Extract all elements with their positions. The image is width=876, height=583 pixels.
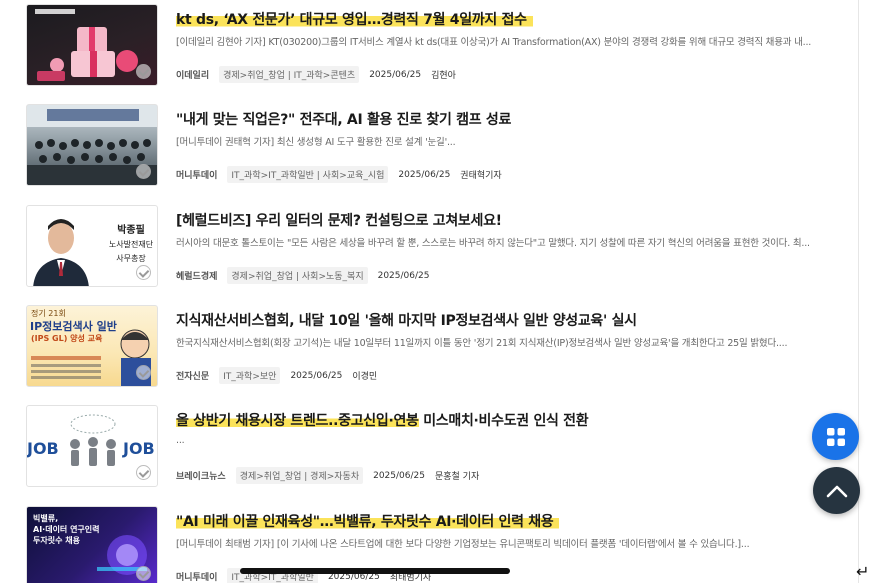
job-figures-image[interactable]: JOB JOB	[26, 405, 158, 487]
article-category: 경제>취업_창업 | IT_과학>콘텐츠	[219, 66, 360, 83]
article-source: 전자신문	[176, 372, 210, 382]
select-check-icon[interactable]	[136, 566, 151, 581]
list-item[interactable]: 박종필 노사발전재단 사무총장 [헤럴드비즈] 우리 일터의 문제? 컨설팅으로…	[26, 205, 846, 287]
select-check-icon[interactable]	[136, 465, 151, 480]
scroll-to-top-button[interactable]	[813, 467, 860, 514]
article-category: IT_과학>IT_과학일반 | 사회>교육_시험	[227, 166, 389, 183]
article-source: 브레이크뉴스	[176, 472, 226, 482]
caption-name: 박종필	[117, 225, 145, 236]
cursor-glyph: ↵	[856, 562, 870, 581]
article-category: 경제>취업_창업 | 경제>자동차	[235, 467, 364, 484]
job-right-text: JOB	[123, 439, 155, 458]
article-summary: 러시아의 대문호 톨스토이는 "모든 사람은 세상을 바꾸려 할 뿐, 스스로는…	[176, 238, 810, 249]
article-date: 2025/06/25	[377, 270, 430, 281]
article-source: 머니투데이	[176, 171, 218, 181]
redaction-scribble	[240, 568, 510, 574]
portrait-photo-image[interactable]: 박종필 노사발전재단 사무총장	[26, 205, 158, 287]
article-date: 2025/06/25	[369, 69, 422, 80]
article-summary: [이데일리 김현아 기자] KT(030200)그룹의 IT서비스 계열사 kt…	[176, 37, 812, 48]
pink-gift-boxes-image[interactable]	[26, 4, 158, 86]
article-title[interactable]: "내게 맞는 직업은?" 전주대, AI 활용 진로 찾기 캠프 성료	[176, 109, 511, 129]
grid-menu-button[interactable]	[812, 413, 859, 460]
article-category: IT_과학>보안	[219, 367, 281, 384]
news-list-page: kt ds, ‘AX 전문가’ 대규모 영입…경력직 7월 4일까지 접수 [이…	[0, 0, 876, 583]
select-check-icon[interactable]	[136, 365, 151, 380]
article-date: 2025/06/25	[290, 370, 343, 381]
article-summary: [머니투데이 권태혁 기자] 최신 생성형 AI 도구 활용한 진로 설계 '눈…	[176, 137, 456, 148]
portrait-caption: 박종필 노사발전재단 사무총장	[105, 224, 157, 266]
select-check-icon[interactable]	[136, 265, 151, 280]
list-item[interactable]: "내게 맞는 직업은?" 전주대, AI 활용 진로 찾기 캠프 성료 [머니투…	[26, 104, 846, 186]
article-summary: [머니투데이 최태범 기자] [이 기사에 나온 스타트업에 대한 보다 다양한…	[176, 539, 750, 550]
article-meta: 머니투데이 IT_과학>IT_과학일반 | 사회>교육_시험 2025/06/2…	[176, 166, 502, 183]
title-highlight: 올 상반기 채용시장 트렌드..중고신입·연봉	[176, 413, 419, 429]
article-writer: 김현아	[431, 71, 456, 81]
article-meta: 브레이크뉴스 경제>취업_창업 | 경제>자동차 2025/06/25 문홍철 …	[176, 467, 479, 484]
article-source: 머니투데이	[176, 573, 218, 583]
select-check-icon[interactable]	[136, 164, 151, 179]
list-item[interactable]: 정기 21회 IP정보검색사 일반 (IPS GL) 양성 교육 지식재산서비스…	[26, 305, 846, 387]
list-item[interactable]: kt ds, ‘AX 전문가’ 대규모 영입…경력직 7월 4일까지 접수 [이…	[26, 4, 846, 86]
ai-recruit-banner-image[interactable]: 빅밸류, AI·데이터 연구인력 두자릿수 채용	[26, 506, 158, 583]
select-check-icon[interactable]	[136, 64, 151, 79]
article-title[interactable]: 올 상반기 채용시장 트렌드..중고신입·연봉 미스매치·비수도권 인식 전환	[176, 410, 589, 430]
article-source: 헤럴드경제	[176, 272, 218, 282]
grid-icon	[826, 427, 845, 446]
article-meta: 이데일리 경제>취업_창업 | IT_과학>콘텐츠 2025/06/25 김현아	[176, 66, 456, 83]
article-source: 이데일리	[176, 71, 210, 81]
article-summary: ...	[176, 435, 185, 446]
article-writer: 이경민	[352, 372, 378, 382]
job-left-text: JOB	[27, 439, 59, 458]
article-title[interactable]: 지식재산서비스협회, 내달 10일 '올해 마지막 IP정보검색사 일반 양성교…	[176, 310, 637, 330]
article-date: 2025/06/25	[373, 470, 425, 481]
article-writer: 문홍철 기자	[434, 472, 480, 482]
ip-poster-image[interactable]: 정기 21회 IP정보검색사 일반 (IPS GL) 양성 교육	[26, 305, 158, 387]
list-item[interactable]: JOB JOB 올 상반기 채용시장 트렌드..중고신입·연봉 미스매치·비수도…	[26, 405, 846, 487]
article-title[interactable]: kt ds, ‘AX 전문가’ 대규모 영입…경력직 7월 4일까지 접수	[176, 9, 533, 29]
article-meta: 헤럴드경제 경제>취업_창업 | 사회>노동_복지 2025/06/25	[176, 267, 429, 284]
article-meta: 전자신문 IT_과학>보안 2025/06/25 이경민	[176, 367, 377, 384]
caption-role: 사무총장	[116, 254, 146, 263]
article-category: 경제>취업_창업 | 사회>노동_복지	[227, 267, 368, 284]
chevron-up-icon	[826, 485, 847, 497]
article-title[interactable]: [헤럴드비즈] 우리 일터의 문제? 컨설팅으로 고쳐보세요!	[176, 210, 502, 230]
article-summary: 한국지식재산서비스협회(회장 고기석)는 내달 10일부터 11일까지 이틀 동…	[176, 338, 788, 349]
caption-org: 노사발전재단	[108, 240, 154, 249]
title-rest: 미스매치·비수도권 인식 전환	[418, 413, 589, 429]
article-writer: 권태혁기자	[460, 171, 502, 181]
group-photo-image[interactable]	[26, 104, 158, 186]
article-title[interactable]: "AI 미래 이끌 인재육성"…빅밸류, 두자릿수 AI·데이터 인력 채용	[176, 511, 560, 531]
article-date: 2025/06/25	[398, 169, 451, 180]
